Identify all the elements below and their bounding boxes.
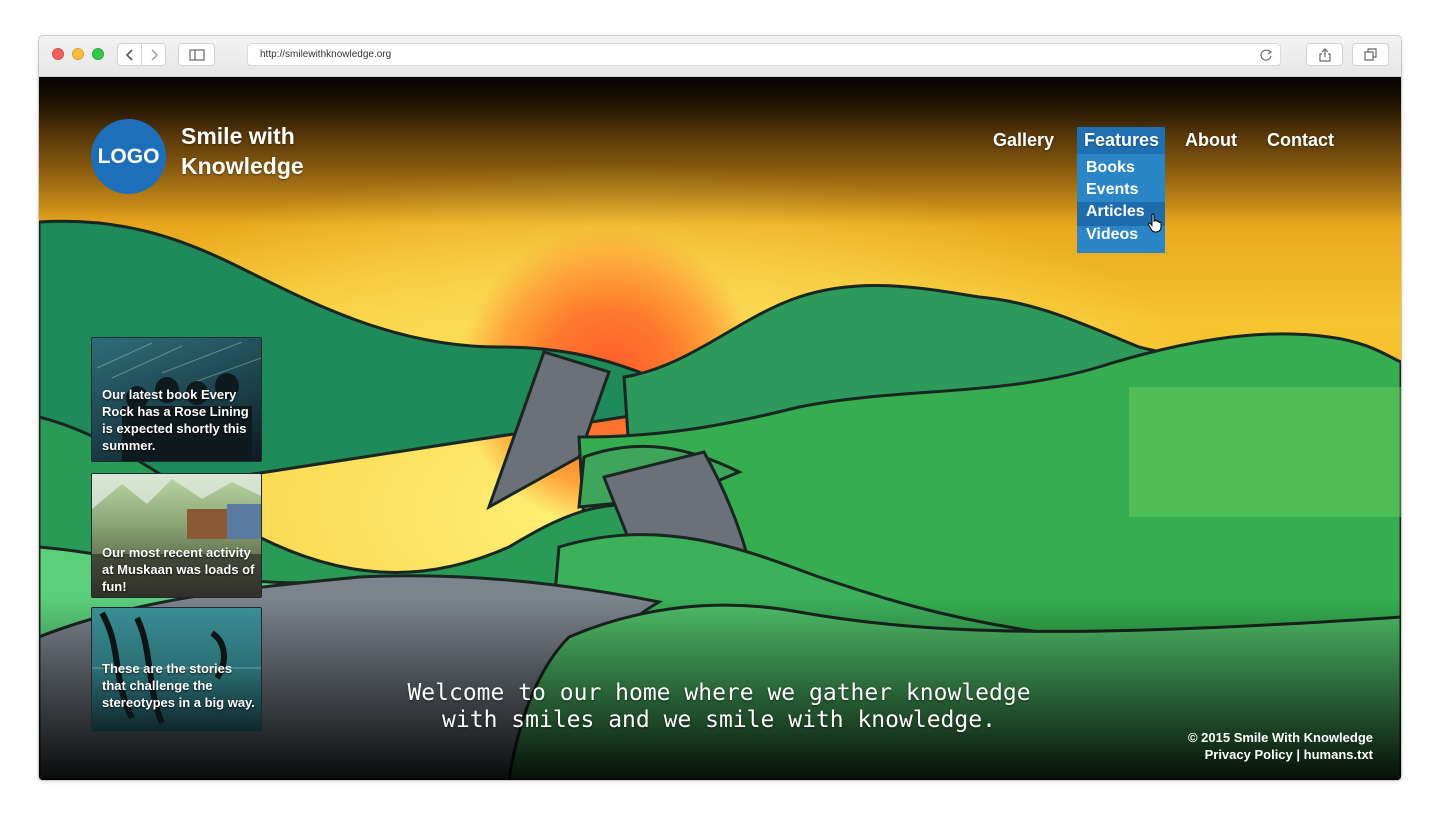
- minimize-window-icon[interactable]: [72, 48, 84, 60]
- chevron-right-icon: [150, 48, 158, 61]
- tabs-button[interactable]: [1352, 43, 1389, 66]
- share-icon: [1318, 47, 1331, 62]
- news-card[interactable]: Our latest book Every Rock has a Rose Li…: [91, 337, 262, 462]
- footer-links: Privacy Policy | humans.txt: [1205, 747, 1373, 762]
- card-caption: These are the stories that challenge the…: [102, 661, 255, 710]
- forward-button[interactable]: [141, 43, 166, 66]
- site-title-line1: Smile with: [181, 123, 295, 149]
- dropdown-item-events[interactable]: Events: [1086, 181, 1138, 199]
- card-caption: Our most recent activity at Muskaan was …: [102, 545, 255, 594]
- maximize-window-icon[interactable]: [92, 48, 104, 60]
- humans-txt-link[interactable]: humans.txt: [1304, 747, 1373, 762]
- nav-features[interactable]: Features: [1077, 127, 1165, 154]
- hand-cursor-icon: [1147, 213, 1162, 233]
- dropdown-item-videos[interactable]: Videos: [1086, 226, 1138, 244]
- copyright-text: © 2015 Smile With Knowledge: [1187, 730, 1373, 745]
- reload-icon[interactable]: [1259, 47, 1273, 66]
- share-button[interactable]: [1306, 43, 1343, 66]
- logo[interactable]: LOGO: [91, 119, 166, 194]
- nav-features-label: Features: [1084, 130, 1160, 150]
- url-text: http://smilewithknowledge.org: [260, 49, 392, 60]
- address-bar[interactable]: http://smilewithknowledge.org: [247, 43, 1281, 66]
- site-title[interactable]: Smile with Knowledge: [181, 121, 361, 181]
- nav-contact[interactable]: Contact: [1267, 130, 1334, 151]
- news-card[interactable]: Our most recent activity at Muskaan was …: [91, 473, 262, 598]
- site-title-line2: Knowledge: [181, 153, 304, 179]
- card-caption: Our latest book Every Rock has a Rose Li…: [102, 387, 249, 453]
- web-page: LOGO Smile with Knowledge Gallery Featur…: [39, 77, 1401, 780]
- sidebar-icon: [188, 48, 205, 61]
- browser-window: http://smilewithknowledge.org LOGO Smile…: [38, 35, 1402, 781]
- nav-about[interactable]: About: [1185, 130, 1237, 151]
- welcome-line2: with smiles and we smile with knowledge.: [442, 707, 996, 733]
- dropdown-item-articles[interactable]: Articles: [1086, 203, 1145, 221]
- footer-separator: |: [1296, 747, 1301, 762]
- chevron-left-icon: [125, 48, 133, 61]
- privacy-policy-link[interactable]: Privacy Policy: [1205, 747, 1293, 762]
- sidebar-toggle-button[interactable]: [178, 43, 215, 66]
- dropdown-item-books[interactable]: Books: [1086, 159, 1135, 177]
- welcome-message: Welcome to our home where we gather know…: [369, 680, 1069, 734]
- nav-gallery[interactable]: Gallery: [993, 130, 1054, 151]
- logo-text: LOGO: [97, 144, 160, 168]
- features-dropdown: Features Books Events Articles Videos: [1077, 127, 1165, 253]
- news-card[interactable]: These are the stories that challenge the…: [91, 607, 262, 732]
- close-window-icon[interactable]: [52, 48, 64, 60]
- tabs-icon: [1363, 47, 1377, 61]
- browser-toolbar: http://smilewithknowledge.org: [39, 36, 1401, 77]
- welcome-line1: Welcome to our home where we gather know…: [407, 680, 1031, 706]
- back-button[interactable]: [117, 43, 142, 66]
